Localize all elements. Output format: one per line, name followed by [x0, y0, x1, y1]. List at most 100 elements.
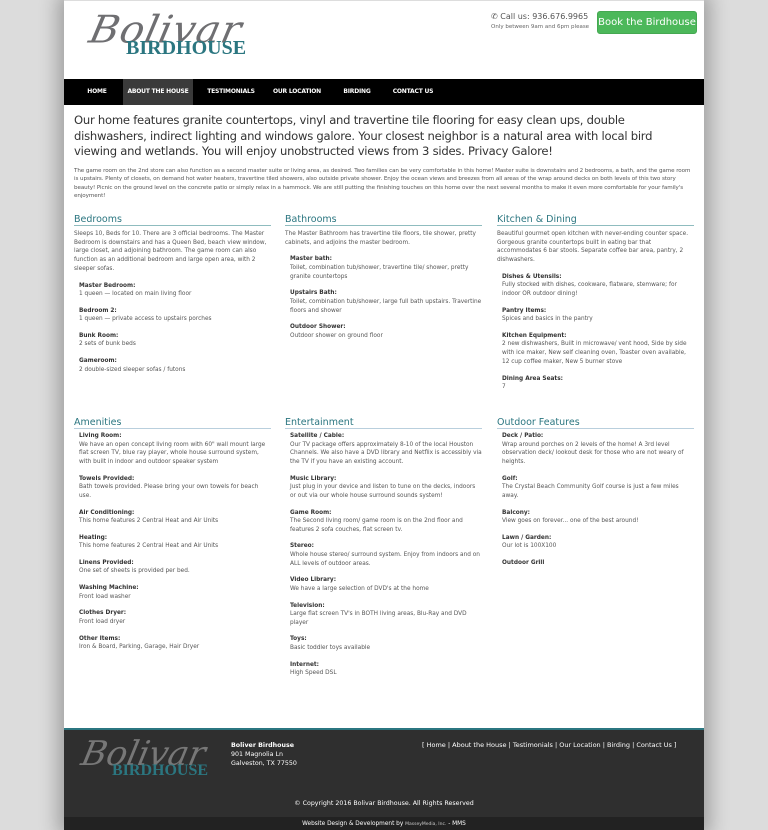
feature-value: The Crystal Beach Community Golf course … — [502, 484, 679, 499]
call-us: ✆ Call us: 936.676.9965 Only between 9am… — [491, 12, 589, 32]
feature-value: 1 queen — located on main living floor — [79, 291, 192, 298]
feature-item: Other Items: Iron & Board, Parking, Garag… — [79, 635, 271, 652]
feature-label: Heating: — [79, 534, 108, 541]
feature-label: Television: — [290, 602, 325, 609]
feature-value: 1 queen — private access to upstairs por… — [79, 316, 212, 323]
feature-label: Internet: — [290, 661, 319, 668]
nav-testimonials[interactable]: TESTIMONIALS — [207, 79, 255, 105]
feature-item: Washing Machine: Front load washer — [79, 584, 271, 601]
feature-label: Deck / Patio: — [502, 433, 544, 439]
feature-item: Balcony: View goes on forever... one of t… — [502, 509, 694, 526]
feature-label: Linens Provided: — [79, 559, 134, 566]
feature-label: Towels Provided: — [79, 475, 135, 482]
main-nav: HOME ABOUT THE HOUSE TESTIMONIALS OUR LO… — [64, 79, 704, 105]
credit-company-link[interactable]: MasseyMedia, Inc. — [405, 822, 446, 827]
feature-label: Toys: — [290, 636, 307, 643]
feature-value: 2 sets of bunk beds — [79, 341, 136, 348]
feature-value: 2 new dishwashers, Built in microwave/ v… — [502, 341, 687, 365]
phone-icon: ✆ — [491, 12, 498, 21]
footer-link-about[interactable]: About the House — [452, 741, 506, 749]
section-description: The Master Bathroom has travertine tile … — [285, 231, 476, 246]
footer: Bolivar BIRDHOUSE Boliver Birdhouse 901 … — [64, 728, 704, 830]
section-outdoor-features: Outdoor Features Deck / Patio: Wrap around… — [497, 417, 694, 567]
feature-value: We have an open concept living room with… — [79, 441, 266, 465]
feature-label: Balcony: — [502, 509, 530, 516]
lead-paragraph: Our home features granite countertops, v… — [74, 113, 653, 158]
feature-value: We have a large selection of DVD's at th… — [290, 585, 429, 592]
feature-label: Other Items: — [79, 635, 121, 642]
feature-item: Living Room: We have an open concept livi… — [79, 432, 271, 467]
feature-label: Dishes & Utensils: — [502, 273, 562, 280]
feature-value: Toilet, combination tub/shower, traverti… — [290, 264, 469, 280]
credit-prefix: Website Design & Development by — [302, 821, 404, 827]
nav-contact-us[interactable]: CONTACT US — [391, 79, 435, 105]
feature-value: Our lot is 100X100 — [502, 543, 557, 550]
feature-item: Outdoor Shower: Outdoor shower on ground … — [290, 323, 482, 340]
feature-label: Outdoor Grill — [502, 559, 545, 566]
footer-name: Boliver Birdhouse — [231, 742, 294, 749]
feature-item: Internet: High Speed DSL — [290, 661, 482, 678]
feature-value: Toilet, combination tub/shower, large fu… — [290, 298, 482, 314]
feature-value: 2 double-sized sleeper sofas / futons — [79, 366, 186, 373]
section-title: Bathrooms — [285, 214, 482, 226]
feature-value: Outdoor shower on ground floor — [290, 332, 383, 339]
feature-label: Dining Area Seats: — [502, 375, 563, 382]
feature-item: Toys: Basic toddler toys available — [290, 635, 482, 652]
feature-item: Stereo: Whole house stereo/ surround syst… — [290, 542, 482, 568]
logo-word: BIRDHOUSE — [126, 37, 247, 59]
feature-label: Game Room: — [290, 509, 332, 516]
feature-value: Front load washer — [79, 593, 131, 600]
feature-label: Music Library: — [290, 475, 337, 482]
book-button[interactable]: Book the Birdhouse — [597, 11, 697, 34]
feature-label: Video Library: — [290, 577, 337, 584]
feature-value: The Second living room/ game room is on … — [290, 518, 463, 533]
feature-label: Bedroom 2: — [79, 307, 117, 314]
feature-label: Living Room: — [79, 433, 122, 439]
intro-paragraph: The game room on the 2nd store can also … — [74, 167, 691, 200]
footer-link-birding[interactable]: Birding — [607, 741, 630, 749]
feature-value: Just plug in your device and listen to t… — [290, 484, 476, 499]
feature-value: Wrap around porches on 2 levels of the h… — [502, 441, 684, 465]
feature-label: Outdoor Shower: — [290, 324, 346, 331]
section-bedrooms: Bedrooms Sleeps 10, Beds for 10. There ar… — [74, 214, 271, 374]
copyright: © Copyright 2016 Bolivar Birdhouse. All … — [294, 800, 474, 807]
footer-link-home[interactable]: Home — [427, 741, 446, 749]
nav-our-location[interactable]: OUR LOCATION — [272, 79, 322, 105]
nav-about-the-house[interactable]: ABOUT THE HOUSE — [123, 79, 193, 105]
feature-item: Linens Provided: One set of sheets is pro… — [79, 559, 271, 576]
credit-suffix: - MMS — [448, 821, 466, 827]
feature-item: Lawn / Garden: Our lot is 100X100 — [502, 534, 694, 551]
feature-value: Iron & Board, Parking, Garage, Hair Drye… — [79, 644, 200, 651]
feature-value: Our TV package offers approximately 8-10… — [290, 441, 482, 465]
feature-label: Bunk Room: — [79, 332, 119, 339]
footer-link-location[interactable]: Our Location — [559, 741, 600, 749]
section-description: Beautiful gourmet open kitchen with neve… — [497, 231, 689, 264]
feature-label: Upstairs Bath: — [290, 290, 337, 297]
feature-value: Whole house stereo/ surround system. Enj… — [290, 551, 480, 567]
feature-value: Spices and basics in the pantry — [502, 316, 593, 323]
section-bathrooms: Bathrooms The Master Bathroom has travert… — [285, 214, 482, 340]
nav-home[interactable]: HOME — [84, 79, 110, 105]
feature-label: Air Conditioning: — [79, 509, 135, 516]
nav-birding[interactable]: BIRDING — [342, 79, 372, 105]
footer-link-contact[interactable]: Contact Us — [636, 741, 672, 749]
section-description: Sleeps 10, Beds for 10. There are 3 offi… — [74, 231, 267, 272]
footer-street: 901 Magnolia Ln — [231, 751, 284, 758]
feature-item: Golf: The Crystal Beach Community Golf co… — [502, 475, 694, 501]
feature-label: Washing Machine: — [79, 585, 139, 592]
feature-value: Basic toddler toys available — [290, 644, 371, 651]
footer-links: [ Home | About the House | Testimonials … — [422, 741, 677, 749]
feature-value: This home features 2 Central Heat and Ai… — [79, 518, 219, 525]
feature-item: Air Conditioning: This home features 2 Ce… — [79, 509, 271, 526]
feature-item: Heating: This home features 2 Central Hea… — [79, 534, 271, 551]
feature-label: Master bath: — [290, 256, 332, 263]
footer-link-testimonials[interactable]: Testimonials — [513, 741, 553, 749]
logo[interactable]: Bolivar BIRDHOUSE — [85, 8, 246, 59]
section-title: Outdoor Features — [497, 417, 694, 429]
feature-item: Game Room: The Second living room/ game r… — [290, 509, 482, 535]
feature-item: Dishes & Utensils: Fully stocked with dis… — [502, 273, 694, 299]
section-title: Bedrooms — [74, 214, 271, 226]
feature-value: Bath towels provided. Please bring your … — [79, 484, 259, 499]
section-amenities: Amenities Living Room: We have an open con… — [74, 417, 271, 652]
feature-label: Satellite / Cable: — [290, 433, 345, 439]
